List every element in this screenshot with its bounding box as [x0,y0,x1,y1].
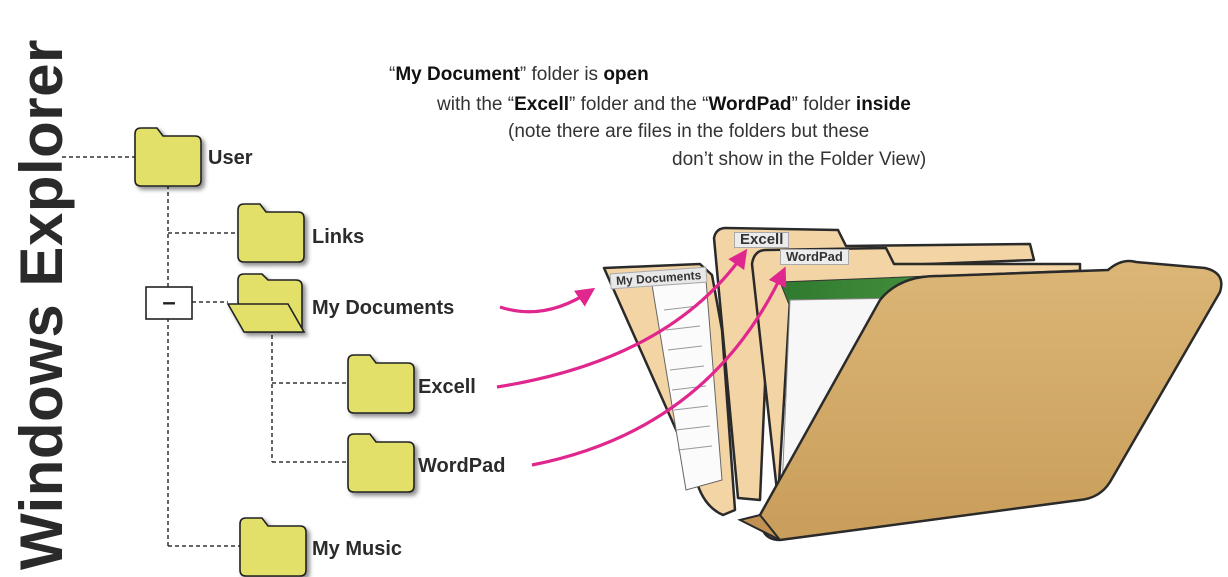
folder-my-documents-open-icon[interactable] [226,273,306,333]
folder-wordpad-icon[interactable] [347,433,415,493]
tree-label-my-documents[interactable]: My Documents [312,297,454,320]
tree-label-user[interactable]: User [208,147,252,170]
tab-label-excell: Excell [734,232,790,248]
collapse-toggle[interactable]: – [145,286,193,320]
folder-excell-icon[interactable] [347,354,415,414]
tree-label-links[interactable]: Links [312,226,364,249]
folder-my-music-icon[interactable] [239,517,307,577]
tree-label-excell[interactable]: Excell [418,376,476,399]
tree-label-my-music[interactable]: My Music [312,538,402,561]
tab-label-wordpad: WordPad [780,249,849,265]
folder-links-icon[interactable] [237,203,305,263]
tree-connectors [62,156,348,547]
tree-label-wordpad[interactable]: WordPad [418,455,505,478]
folder-user-icon[interactable] [134,127,202,187]
collapse-symbol: – [162,289,175,316]
arrow-my-documents [499,287,596,314]
